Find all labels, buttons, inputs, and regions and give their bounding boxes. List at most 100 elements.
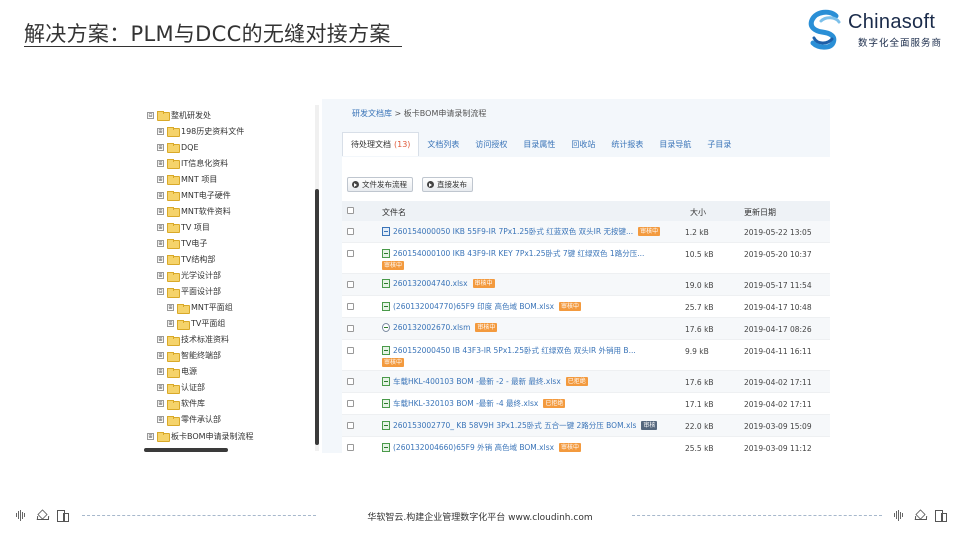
file-name-cell[interactable]: 260132002670.xlsm 审核中 <box>382 323 680 332</box>
tab-item[interactable]: 目录导航 <box>651 134 699 156</box>
file-name-cell[interactable]: 260154000100 IKB 43F9-IR KEY 7Px1.25卧式 7… <box>382 248 680 272</box>
file-name-cell[interactable]: 260153002770_ KB 58V9H 3Px1.25卧式 五合一键 2路… <box>382 420 680 431</box>
expand-icon[interactable]: ⊞ <box>157 239 164 247</box>
tab-item[interactable]: 统计报表 <box>603 134 651 156</box>
tree-item[interactable]: ⊞ TV结构部 <box>157 252 215 266</box>
tree-item[interactable]: ⊞ TV平面组 <box>167 317 225 331</box>
expand-icon[interactable]: ⊞ <box>157 159 164 167</box>
tree-item[interactable]: ⊞ MNT电子硬件 <box>157 188 231 202</box>
file-name-cell[interactable]: (260132004770)65F9 印度 高色域 BOM.xlsx 审核中 <box>382 301 680 312</box>
file-name-cell[interactable]: 车载HKL-400103 BOM -最新 -2 - 最新 最终.xlsx 已拒绝 <box>382 376 680 387</box>
row-checkbox[interactable] <box>347 347 354 354</box>
table-row[interactable]: 车载HKL-320103 BOM -最新 -4 最终.xlsx 已拒绝 17.1 k… <box>342 393 830 415</box>
select-all-checkbox[interactable] <box>347 207 354 214</box>
expand-icon[interactable]: ⊞ <box>157 416 164 424</box>
tab-item[interactable]: 文档列表 <box>419 134 467 156</box>
expand-icon[interactable]: ⊞ <box>167 320 174 328</box>
table-row[interactable]: 260153002770_ KB 58V9H 3Px1.25卧式 五合一键 2路… <box>342 415 830 437</box>
expand-icon[interactable]: ⊞ <box>157 191 164 199</box>
table-row[interactable]: 260154000050 IKB 55F9-IR 7Px1.25卧式 红蓝双色 … <box>342 221 830 243</box>
file-name-cell[interactable]: 260152000450 IB 43F3-IR 5Px1.25卧式 红绿双色 双… <box>382 345 680 369</box>
tab-item[interactable]: 访问授权 <box>467 134 515 156</box>
file-name-link[interactable]: 260132002670.xlsm <box>393 323 470 332</box>
row-checkbox[interactable] <box>347 422 354 429</box>
file-name-link[interactable]: 车载HKL-320103 BOM -最新 -4 最终.xlsx <box>393 398 538 409</box>
expand-icon[interactable]: ⊞ <box>157 368 164 376</box>
tree-item[interactable]: ⊞ 智能终端部 <box>157 349 221 363</box>
file-name-link[interactable]: (260132004660)65F9 外销 高色域 BOM.xlsx <box>393 442 554 453</box>
column-header-name[interactable]: 文件名 <box>382 207 406 218</box>
table-row[interactable]: 260132002670.xlsm 审核中 17.6 kB 2019-04-17 08… <box>342 318 830 340</box>
table-row[interactable]: 260152000450 IB 43F3-IR 5Px1.25卧式 红绿双色 双… <box>342 340 830 371</box>
expand-icon[interactable]: ⊞ <box>157 255 164 263</box>
table-row[interactable]: 260154000100 IKB 43F9-IR KEY 7Px1.25卧式 7… <box>342 243 830 274</box>
expand-icon[interactable]: ⊞ <box>157 175 164 183</box>
tree-item[interactable]: ⊞ 板卡BOM申请录制流程 <box>147 429 254 443</box>
row-checkbox[interactable] <box>347 281 354 288</box>
tree-item[interactable]: ⊞ 电源 <box>157 365 197 379</box>
tab-item[interactable]: 子目录 <box>699 134 739 156</box>
expand-icon[interactable]: ⊞ <box>157 223 164 231</box>
tab-item[interactable]: 待处理文档 (13) <box>342 132 420 156</box>
file-name-cell[interactable]: (260132004660)65F9 外销 高色域 BOM.xlsx 审核中 <box>382 442 680 453</box>
expand-icon[interactable]: ⊞ <box>167 304 174 312</box>
collapse-icon[interactable]: ⊟ <box>147 111 154 119</box>
file-name-link[interactable]: 260152000450 IB 43F3-IR 5Px1.25卧式 红绿双色 双… <box>393 345 636 356</box>
expand-icon[interactable]: ⊞ <box>157 143 164 151</box>
tab-item[interactable]: 目录属性 <box>515 134 563 156</box>
row-checkbox[interactable] <box>347 325 354 332</box>
file-name-cell[interactable]: 车载HKL-320103 BOM -最新 -4 最终.xlsx 已拒绝 <box>382 398 680 409</box>
file-name-link[interactable]: 260132004740.xlsx <box>393 279 468 288</box>
expand-icon[interactable]: ⊞ <box>157 336 164 344</box>
tree-item[interactable]: ⊞ IT信息化资料 <box>157 156 228 170</box>
tree-item[interactable]: ⊞ DQE <box>157 140 199 154</box>
file-name-link[interactable]: 车载HKL-400103 BOM -最新 -2 - 最新 最终.xlsx <box>393 376 561 387</box>
tab-item[interactable]: 回收站 <box>563 134 603 156</box>
row-checkbox[interactable] <box>347 250 354 257</box>
file-name-link[interactable]: 260154000100 IKB 43F9-IR KEY 7Px1.25卧式 7… <box>393 248 644 259</box>
tree-item[interactable]: ⊞ MNT平面组 <box>167 301 233 315</box>
tree-horizontal-scrollbar[interactable] <box>144 448 228 452</box>
table-row[interactable]: (260132004660)65F9 外销 高色域 BOM.xlsx 审核中 25.… <box>342 437 830 453</box>
tree-item[interactable]: ⊞ 零件承认部 <box>157 413 221 427</box>
expand-icon[interactable]: ⊞ <box>157 207 164 215</box>
expand-icon[interactable]: ⊞ <box>157 352 164 360</box>
column-header-date[interactable]: 更新日期 <box>744 207 776 218</box>
expand-icon[interactable]: ⊞ <box>157 272 164 279</box>
tree-item[interactable]: ⊟ 整机研发处 <box>147 108 211 122</box>
row-checkbox[interactable] <box>347 228 354 235</box>
tree-item[interactable]: ⊞ 光学设计部 <box>157 269 221 283</box>
tree-item[interactable]: ⊞ MNT 项目 <box>157 172 217 186</box>
tree-item[interactable]: ⊞ 认证部 <box>157 381 205 395</box>
column-header-size[interactable]: 大小 <box>690 207 706 218</box>
row-checkbox[interactable] <box>347 303 354 310</box>
table-row[interactable]: 260132004740.xlsx 审核中 19.0 kB 2019-05-17 11… <box>342 274 830 296</box>
file-name-link[interactable]: (260132004770)65F9 印度 高色域 BOM.xlsx <box>393 301 554 312</box>
tree-item[interactable]: ⊞ TV电子 <box>157 236 207 250</box>
table-row[interactable]: 车载HKL-400103 BOM -最新 -2 - 最新 最终.xlsx 已拒绝 1… <box>342 371 830 393</box>
tree-item[interactable]: ⊞ MNT软件资料 <box>157 204 231 218</box>
tree-item[interactable]: ⊟ 平面设计部 <box>157 285 221 299</box>
table-row[interactable]: (260132004770)65F9 印度 高色域 BOM.xlsx 审核中 25.… <box>342 296 830 318</box>
file-name-link[interactable]: 260154000050 IKB 55F9-IR 7Px1.25卧式 红蓝双色 … <box>393 226 633 237</box>
file-name-cell[interactable]: 260154000050 IKB 55F9-IR 7Px1.25卧式 红蓝双色 … <box>382 226 680 237</box>
collapse-icon[interactable]: ⊟ <box>157 288 164 296</box>
expand-icon[interactable]: ⊞ <box>157 384 164 392</box>
breadcrumb-root[interactable]: 研发文档库 <box>352 109 392 118</box>
expand-icon[interactable]: ⊞ <box>157 127 164 135</box>
direct-publish-button[interactable]: 直接发布 <box>422 177 473 192</box>
tab-label: 回收站 <box>571 140 596 149</box>
file-publish-flow-button[interactable]: 文件发布流程 <box>347 177 413 192</box>
file-name-link[interactable]: 260153002770_ KB 58V9H 3Px1.25卧式 五合一键 2路… <box>393 420 636 431</box>
tree-item[interactable]: ⊞ 198历史资料文件 <box>157 124 244 138</box>
row-checkbox[interactable] <box>347 444 354 451</box>
tree-scrollbar-thumb[interactable] <box>315 189 319 445</box>
tree-item[interactable]: ⊞ TV 项目 <box>157 220 210 234</box>
tree-item[interactable]: ⊞ 技术标准资料 <box>157 333 229 347</box>
tree-item[interactable]: ⊞ 软件库 <box>157 397 205 411</box>
row-checkbox[interactable] <box>347 378 354 385</box>
file-name-cell[interactable]: 260132004740.xlsx 审核中 <box>382 279 680 288</box>
expand-icon[interactable]: ⊞ <box>157 400 164 408</box>
row-checkbox[interactable] <box>347 400 354 407</box>
expand-icon[interactable]: ⊞ <box>147 432 154 440</box>
